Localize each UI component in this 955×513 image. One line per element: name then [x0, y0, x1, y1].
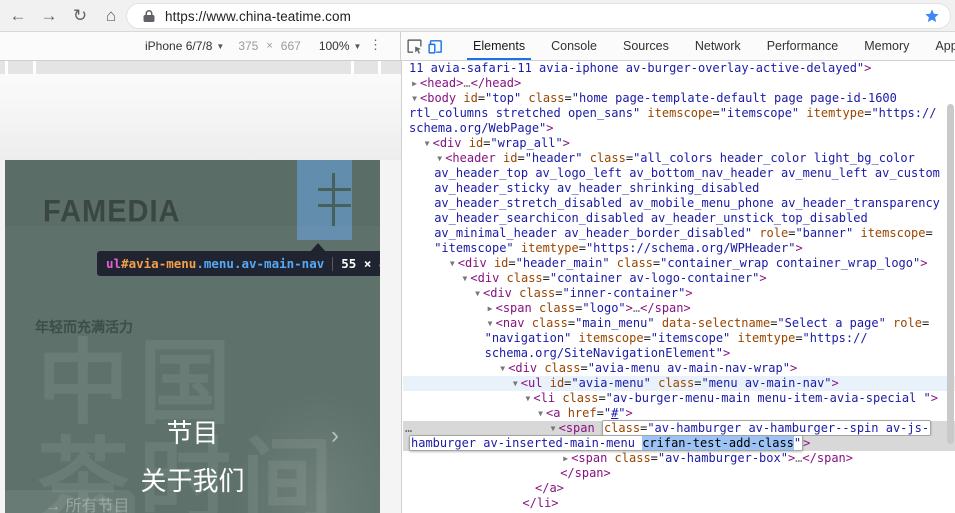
home-icon[interactable]: ⌂ — [98, 3, 124, 29]
dom-tree-node[interactable]: </span> — [403, 466, 955, 481]
tooltip-tag: ul — [106, 256, 122, 271]
submenu-chevron-icon[interactable]: › — [331, 422, 339, 450]
kebab-menu-icon[interactable]: ⋮ — [369, 37, 382, 53]
dom-tree-node[interactable]: "itemscope" itemtype="https://schema.org… — [403, 241, 955, 256]
expand-arrow-open-icon[interactable]: ▼ — [522, 391, 533, 406]
inspect-highlight-overlay — [297, 160, 352, 240]
dom-tree-node[interactable]: ▶ <span class="logo">…</span> — [403, 301, 955, 316]
expand-arrow-open-icon[interactable]: ▼ — [485, 316, 496, 331]
tooltip-dimensions: 55 × 80 — [341, 256, 380, 271]
dom-tree-node[interactable]: "navigation" itemscope="itemscope" itemt… — [403, 331, 955, 346]
scrollbar-thumb[interactable] — [947, 104, 954, 444]
expand-arrow-closed-icon[interactable]: ▶ — [485, 301, 496, 316]
tab-performance[interactable]: Performance — [761, 32, 845, 60]
dom-tree-node[interactable]: ▼ <body id="top" class="home page-templat… — [403, 91, 955, 106]
dom-tree-node[interactable]: ▶ <span class="av-hamburger-box">…</span> — [403, 451, 955, 466]
dom-tree-node[interactable]: ▼ <div class="avia-menu av-main-nav-wrap"… — [403, 361, 955, 376]
device-label: iPhone 6/7/8 — [145, 39, 213, 53]
dom-tree-node[interactable]: ▼ <nav class="main_menu" data-selectname=… — [403, 316, 955, 331]
media-query-bar[interactable] — [0, 61, 401, 74]
dom-tree-node[interactable]: schema.org/SiteNavigationElement"> — [403, 346, 955, 361]
bookmark-star-icon[interactable] — [924, 8, 940, 24]
dom-tree-node[interactable]: ▼ <div class="container av-logo-container… — [403, 271, 955, 286]
dom-tree-node[interactable]: 11 avia-safari-11 avia-iphone av-burger-… — [403, 61, 955, 76]
dom-tree-node[interactable]: ▼ <div id="wrap_all"> — [403, 136, 955, 151]
forward-arrow-icon[interactable]: → — [36, 3, 62, 29]
expand-arrow-open-icon[interactable]: ▼ — [472, 286, 483, 301]
zoom-select[interactable]: 100% ▼ — [319, 39, 362, 53]
devtools-tab-bar: Elements Console Sources Network Performance… — [402, 32, 955, 60]
tab-elements[interactable]: Elements — [467, 32, 532, 60]
lock-icon — [143, 9, 155, 23]
gutter-marker: … — [405, 421, 413, 435]
toggle-device-toolbar-icon[interactable] — [427, 34, 444, 58]
expand-arrow-open-icon[interactable]: ▼ — [497, 361, 508, 376]
viewport-height-input[interactable]: 667 — [281, 39, 301, 53]
inspect-tooltip: ul#avia-menu.menu.av-main-nav 55 × 80 — [97, 251, 380, 276]
expand-arrow-open-icon[interactable]: ▼ — [459, 271, 470, 286]
tooltip-classes: .menu.av-main-nav — [196, 256, 325, 271]
address-bar[interactable]: https://www.china-teatime.com — [127, 4, 950, 28]
pane-divider[interactable] — [401, 61, 402, 513]
tooltip-divider — [332, 256, 334, 271]
device-toolbar: iPhone 6/7/8 ▼ 375 × 667 100% ▼ ⋮ — [0, 32, 401, 60]
viewport-margin — [0, 74, 401, 160]
device-viewport-area: FAMEDIA 年轻而充满活力 中国 茶时间 → 所有节目 节目关于我们合作伙伴… — [0, 61, 401, 513]
dom-tree-node[interactable]: av_header_sticky av_header_shrinking_dis… — [403, 181, 955, 196]
dom-tree-node[interactable]: … ▼ <span class="av-hamburger av-hamburger… — [403, 420, 955, 436]
reload-icon[interactable]: ↻ — [67, 3, 93, 29]
device-select[interactable]: iPhone 6/7/8 ▼ — [145, 39, 224, 53]
dom-tree-node[interactable]: av_header_top av_logo_left av_bottom_nav… — [403, 166, 955, 181]
back-arrow-icon[interactable]: ← — [5, 3, 31, 29]
dimension-separator: × — [266, 40, 273, 52]
expand-arrow-open-icon[interactable]: ▼ — [535, 406, 546, 421]
hamburger-icon[interactable] — [332, 173, 335, 226]
mobile-nav-menu: 节目关于我们合作伙伴联系我们 — [5, 418, 380, 513]
dom-tree-node[interactable]: ▼ <div id="header_main" class="container_… — [403, 256, 955, 271]
dom-tree-node[interactable]: </a> — [403, 481, 955, 496]
chevron-down-icon: ▼ — [353, 41, 362, 51]
expand-arrow-closed-icon[interactable]: ▶ — [409, 76, 420, 91]
tab-memory[interactable]: Memory — [858, 32, 915, 60]
viewport-width-input[interactable]: 375 — [238, 39, 258, 53]
nav-menu-item[interactable]: 关于我们 — [140, 466, 244, 496]
inspect-element-icon[interactable] — [406, 34, 423, 58]
tooltip-id: #avia-menu — [121, 256, 197, 271]
dom-tree-node[interactable]: hamburger av-inserted-main-menu crifan-t… — [403, 435, 955, 451]
dom-tree-node[interactable]: rtl_columns stretched open_sans" itemsco… — [403, 106, 955, 121]
elements-panel-dom-tree[interactable]: 11 avia-safari-11 avia-iphone av-burger-… — [403, 61, 955, 513]
dom-tree-node[interactable]: av_minimal_header av_header_border_disab… — [403, 226, 955, 241]
dom-tree-node[interactable]: ▶ <head>…</head> — [403, 76, 955, 91]
dom-tree-node[interactable]: </li> — [403, 496, 955, 511]
browser-toolbar: ← → ↻ ⌂ https://www.china-teatime.com — [0, 0, 955, 32]
dom-tree-node[interactable]: ▼ <div class="inner-container"> — [403, 286, 955, 301]
dom-tree-node[interactable]: ▼ <a href="#"> — [403, 406, 955, 421]
dom-tree-node[interactable]: schema.org/WebPage"> — [403, 121, 955, 136]
tab-network[interactable]: Network — [689, 32, 747, 60]
toolbar-row: iPhone 6/7/8 ▼ 375 × 667 100% ▼ ⋮ Elemen… — [0, 32, 955, 61]
dom-tree-node[interactable]: ▼ <ul id="avia-menu" class="menu av-main-… — [403, 376, 955, 391]
expand-arrow-closed-icon[interactable]: ▶ — [560, 451, 571, 466]
nav-menu-item[interactable]: 节目 — [166, 418, 218, 448]
tab-console[interactable]: Console — [545, 32, 603, 60]
tab-application[interactable]: Application — [929, 32, 955, 60]
emulated-page: FAMEDIA 年轻而充满活力 中国 茶时间 → 所有节目 节目关于我们合作伙伴… — [5, 160, 380, 513]
dom-tree-node[interactable]: ▼ <li class="av-burger-menu-main menu-ite… — [403, 391, 955, 406]
expand-arrow-open-icon[interactable]: ▼ — [548, 421, 559, 436]
dom-tree-node[interactable]: ▼ <header id="header" class="all_colors h… — [403, 151, 955, 166]
expand-arrow-open-icon[interactable]: ▼ — [447, 256, 458, 271]
expand-arrow-open-icon[interactable]: ▼ — [434, 151, 445, 166]
chevron-down-icon: ▼ — [216, 41, 225, 51]
zoom-label: 100% — [318, 39, 350, 53]
url-text: https://www.china-teatime.com — [165, 8, 351, 24]
expand-arrow-open-icon[interactable]: ▼ — [409, 91, 420, 106]
dom-tree-node[interactable]: av_header_searchicon_disabled av_header_… — [403, 211, 955, 226]
site-logo[interactable]: FAMEDIA — [43, 195, 181, 231]
dom-tree-node[interactable]: av_header_stretch_disabled av_mobile_men… — [403, 196, 955, 211]
expand-arrow-open-icon[interactable]: ▼ — [510, 376, 521, 391]
devtools-tabs: Elements Console Sources Network Performance… — [460, 32, 955, 60]
tab-sources[interactable]: Sources — [617, 32, 675, 60]
expand-arrow-open-icon[interactable]: ▼ — [422, 136, 433, 151]
